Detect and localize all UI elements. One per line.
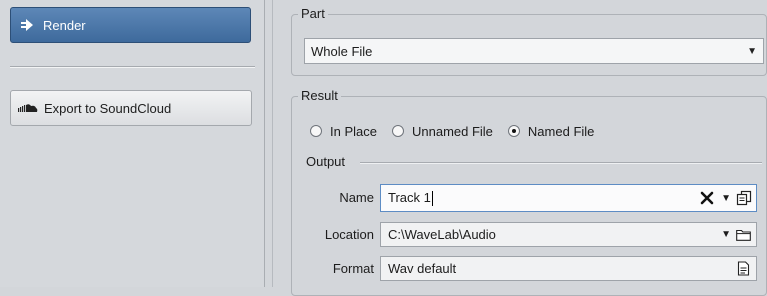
name-field[interactable]: Track 1 ▼: [380, 184, 757, 212]
name-field-text[interactable]: Track 1: [381, 189, 699, 207]
panel-divider: [272, 0, 273, 287]
radio-in-place[interactable]: In Place: [310, 124, 377, 139]
name-label: Name: [339, 190, 374, 205]
location-label: Location: [324, 227, 374, 242]
folder-icon[interactable]: [736, 229, 751, 241]
format-label: Format: [332, 261, 374, 276]
format-field-value: Wav default: [388, 261, 457, 276]
result-group-title: Result: [298, 88, 341, 104]
chevron-down-icon[interactable]: ▼: [721, 229, 731, 240]
name-field-value: Track 1: [388, 189, 431, 205]
render-button[interactable]: Render: [10, 7, 251, 43]
radio-button-selected-icon[interactable]: [507, 125, 520, 137]
format-field[interactable]: Wav default: [380, 256, 757, 281]
radio-button-icon[interactable]: [310, 125, 322, 137]
clear-x-icon[interactable]: [699, 190, 715, 206]
radio-button-icon[interactable]: [391, 125, 404, 137]
result-radio-group: In Place Unnamed File Named File: [310, 121, 609, 141]
location-field-value: C:\WaveLab\Audio: [388, 227, 496, 242]
output-section-title: Output: [306, 154, 346, 169]
output-divider: [360, 162, 762, 164]
radio-in-place-label: In Place: [330, 123, 377, 139]
panel-splitter[interactable]: [264, 0, 265, 287]
preset-icon[interactable]: [737, 261, 750, 276]
copy-icon[interactable]: [736, 190, 752, 206]
sidebar-divider: [10, 66, 255, 68]
radio-unnamed-file[interactable]: Unnamed File: [391, 123, 493, 139]
chevron-down-icon: ▼: [747, 45, 757, 57]
part-group-title: Part: [298, 6, 328, 22]
location-field[interactable]: C:\WaveLab\Audio ▼: [380, 222, 757, 247]
chevron-down-icon[interactable]: ▼: [721, 193, 731, 204]
radio-named-file[interactable]: Named File: [507, 123, 595, 139]
part-select-value: Whole File: [311, 43, 373, 59]
radio-named-file-label: Named File: [527, 123, 595, 139]
text-cursor: [431, 191, 433, 207]
left-panel: Render Export to SoundCloud: [0, 0, 265, 287]
render-dialog: Render Export to SoundCloud Part Whole F…: [0, 0, 767, 296]
soundcloud-button-label: Export to SoundCloud: [44, 100, 172, 116]
part-select[interactable]: Whole File ▼: [304, 38, 764, 64]
export-to-soundcloud-button[interactable]: Export to SoundCloud: [10, 90, 252, 126]
soundcloud-icon: [18, 104, 38, 112]
render-button-label: Render: [43, 17, 86, 33]
radio-unnamed-file-label: Unnamed File: [411, 123, 493, 139]
render-arrow-icon: [21, 19, 33, 31]
